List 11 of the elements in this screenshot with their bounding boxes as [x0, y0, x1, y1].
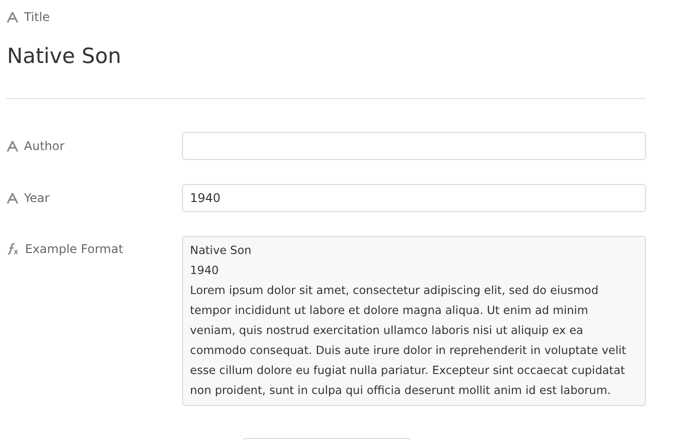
field-label: Example Format	[25, 242, 124, 256]
text-type-icon	[7, 192, 18, 204]
text-type-icon	[7, 12, 18, 22]
text-type-icon	[7, 140, 18, 152]
formula-output: Native Son 1940 Lorem ipsum dolor sit amet, consectetur adipiscing elit, sed do eiusmod tempor incididunt ut labore et dolore magna aliqua. Ut enim ad minim veniam, quis nostrud exercitation ullamco laboris nisi ut aliquip ex ea commodo consequat. Duis aute irure dolor in reprehenderit in voluptate velit esse cillum dolore eu fugiat nulla pariatur. Excepteur sint occaecat cupidatat non proident, sunt in culpa qui officia deserunt mollit anim id est laborum.	[182, 236, 646, 406]
field-label: Author	[24, 139, 64, 153]
formula-icon	[7, 243, 19, 255]
field-label: Title	[24, 10, 50, 24]
field-label: Year	[24, 191, 50, 205]
input-field[interactable]: 1940	[182, 184, 646, 212]
title-value: Native Son	[7, 43, 122, 70]
